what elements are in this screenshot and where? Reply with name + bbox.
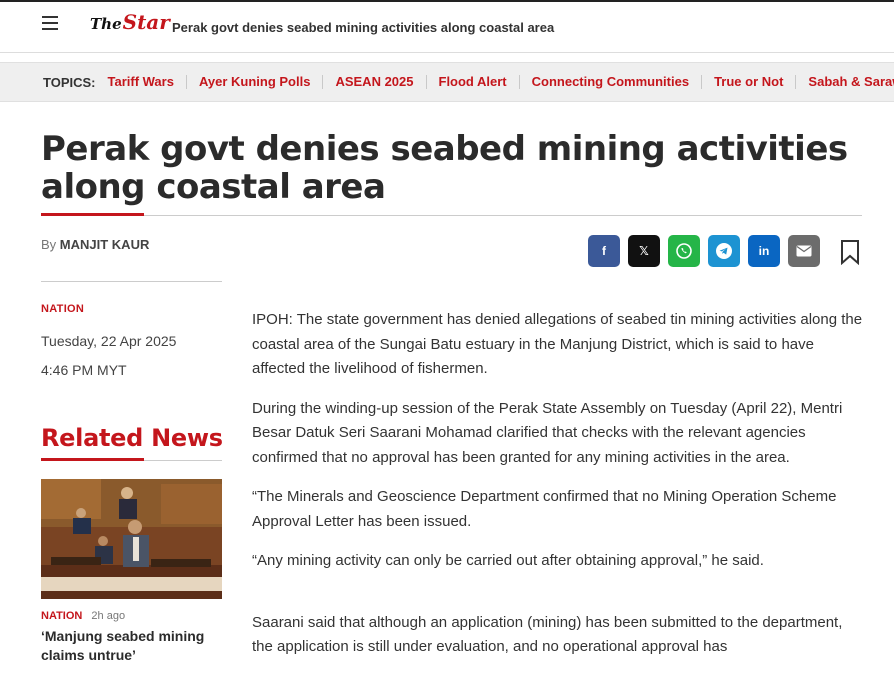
menu-icon[interactable] [42, 16, 58, 30]
top-bar: The Star Perak govt denies seabed mining… [0, 0, 894, 53]
topic-link[interactable]: True or Not [702, 75, 797, 89]
topic-link[interactable]: Ayer Kuning Polls [187, 75, 324, 89]
article-headline: Perak govt denies seabed mining activiti… [41, 129, 848, 207]
whatsapp-icon[interactable] [668, 235, 700, 267]
related-news-headline[interactable]: ‘Manjung seabed mining claims untrue’ [41, 627, 222, 665]
topics-label: TOPICS: [43, 74, 96, 90]
publish-date: Tuesday, 22 Apr 2025 [41, 333, 177, 349]
topic-link[interactable]: ASEAN 2025 [323, 75, 427, 89]
related-news-meta: NATION 2h ago [41, 610, 125, 622]
telegram-icon[interactable] [708, 235, 740, 267]
site-logo[interactable]: The Star [90, 10, 170, 40]
meta-divider [41, 281, 222, 282]
headline-divider [41, 215, 862, 216]
related-time-ago: 2h ago [91, 610, 126, 622]
author-link[interactable]: MANJIT KAUR [60, 237, 150, 252]
logo-the: The [90, 15, 122, 33]
facebook-glyph: f [602, 244, 606, 258]
facebook-icon[interactable]: f [588, 235, 620, 267]
headline-accent-bar [41, 213, 144, 216]
topic-link[interactable]: Tariff Wars [108, 75, 187, 89]
related-news-image[interactable] [41, 479, 222, 599]
article-paragraph: “Any mining activity can only be carried… [252, 552, 764, 569]
share-buttons: f 𝕏 in [588, 235, 820, 267]
topic-link[interactable]: Connecting Communities [520, 75, 703, 89]
email-icon[interactable] [788, 235, 820, 267]
bookmark-icon[interactable] [840, 239, 860, 265]
byline-prefix: By [41, 237, 57, 252]
x-glyph: 𝕏 [639, 244, 649, 258]
linkedin-icon[interactable]: in [748, 235, 780, 267]
related-category[interactable]: NATION [41, 610, 82, 622]
x-icon[interactable]: 𝕏 [628, 235, 660, 267]
topics-bar: TOPICS: Tariff Wars Ayer Kuning Polls AS… [0, 62, 894, 102]
article-body: IPOH: The state government has denied al… [252, 308, 864, 675]
topic-link[interactable]: Flood Alert [427, 75, 520, 89]
publish-time: 4:46 PM MYT [41, 362, 127, 378]
related-accent-bar [41, 458, 144, 461]
related-news-heading: Related News [41, 424, 223, 452]
topic-link[interactable]: Sabah & Sarawak [796, 75, 894, 89]
linkedin-glyph: in [758, 244, 770, 258]
logo-star: Star [122, 10, 170, 34]
article-paragraph: Saarani said that although an applicatio… [252, 613, 843, 656]
article-paragraph: “The Minerals and Geoscience Department … [252, 488, 837, 530]
section-label[interactable]: NATION [41, 303, 84, 315]
byline: By MANJIT KAUR [41, 237, 149, 252]
header-article-title: Perak govt denies seabed mining activiti… [172, 20, 555, 35]
article-paragraph: IPOH: The state government has denied al… [252, 311, 863, 377]
article-paragraph: During the winding-up session of the Per… [252, 399, 843, 466]
